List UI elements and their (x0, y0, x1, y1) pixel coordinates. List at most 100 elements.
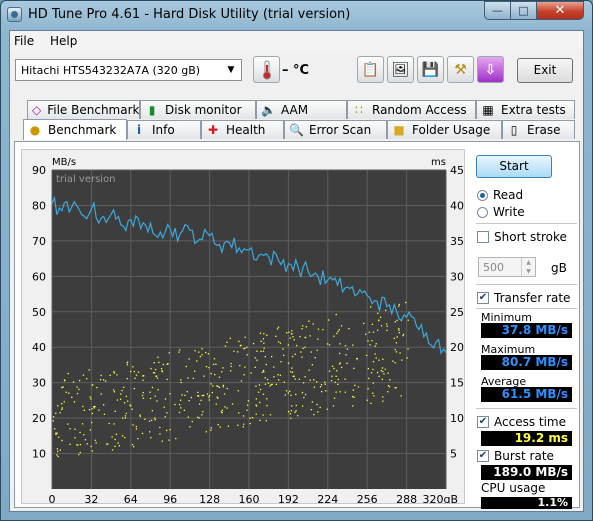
tab-disk-monitor[interactable]: ▮ Disk monitor (140, 100, 256, 119)
access-time-point (83, 434, 85, 436)
access-time-point (262, 414, 264, 416)
minimize-button[interactable]: — (484, 1, 511, 20)
access-time-point (326, 343, 329, 345)
access-time-point (279, 342, 282, 344)
access-time-point (368, 331, 370, 333)
close-button[interactable]: ✕ (536, 1, 584, 20)
access-time-point (210, 427, 212, 429)
access-time-point (332, 405, 335, 407)
access-time-point (266, 405, 268, 407)
grid-icon: ▦ (482, 103, 494, 117)
access-time-point (237, 424, 239, 426)
access-time-point (249, 417, 251, 419)
tab-benchmark[interactable]: ● Benchmark (23, 119, 127, 140)
access-time-point (201, 414, 203, 416)
drive-select[interactable]: Hitachi HTS543232A7A (320 gB) ▼ (15, 59, 242, 81)
read-radio[interactable]: Read (477, 188, 523, 202)
access-time-point (370, 306, 372, 308)
y-right-tick-label: 10 (450, 412, 464, 425)
access-time-point (169, 429, 171, 431)
access-time-point (113, 372, 115, 374)
burst-rate-checkbox[interactable]: ✔ Burst rate (477, 449, 554, 463)
access-time-point (205, 366, 208, 368)
menu-file[interactable]: File (14, 34, 34, 48)
y-right-tick-label: 45 (450, 164, 464, 177)
access-time-point (105, 380, 107, 382)
x-tick-label: 288 (396, 493, 417, 503)
access-time-point (208, 399, 210, 401)
access-time-point (187, 416, 189, 418)
access-time-point (103, 413, 106, 415)
access-time-point (394, 349, 396, 351)
temperature-button[interactable] (253, 56, 280, 83)
title-bar[interactable]: HD Tune Pro 4.61 - Hard Disk Utility (tr… (1, 1, 592, 29)
download-button[interactable]: ⇩ (477, 56, 504, 83)
access-time-point (52, 420, 54, 422)
access-time-point (58, 436, 60, 438)
thermometer-icon (262, 60, 271, 79)
access-time-point (79, 379, 81, 382)
tab-aam[interactable]: 🔈 AAM (256, 100, 347, 119)
options-button[interactable]: ⚒ (447, 56, 474, 83)
save-button[interactable]: 💾 (417, 56, 444, 83)
exit-button[interactable]: Exit (517, 58, 573, 83)
stepper-arrows-icon[interactable]: ▲ ▼ (521, 258, 535, 276)
access-time-point (237, 351, 239, 353)
access-time-point (169, 393, 171, 395)
access-time-point (114, 438, 116, 441)
access-time-point (100, 374, 102, 377)
access-time-point (291, 405, 293, 407)
start-button[interactable]: Start (476, 155, 552, 178)
access-time-point (183, 409, 185, 411)
access-time-point (91, 450, 93, 452)
tab-folder-usage[interactable]: ■ Folder Usage (387, 120, 502, 139)
transfer-rate-checkbox[interactable]: ✔ Transfer rate (477, 291, 570, 305)
access-time-point (402, 335, 404, 337)
access-time-point (190, 396, 192, 399)
access-time-point (273, 376, 275, 378)
access-time-point (61, 408, 63, 411)
access-time-point (300, 351, 302, 353)
access-time-point (142, 379, 144, 381)
access-time-point (382, 396, 384, 398)
access-time-point (263, 347, 265, 349)
access-time-point (310, 351, 312, 353)
copy-text-button[interactable]: 📋 (357, 56, 384, 83)
access-time-point (230, 365, 232, 368)
access-time-point (229, 337, 231, 339)
menu-help[interactable]: Help (50, 34, 77, 48)
access-time-point (197, 391, 199, 394)
access-time-point (157, 389, 159, 391)
write-radio[interactable]: Write (477, 205, 525, 219)
access-time-point (133, 388, 135, 390)
access-time-point (324, 383, 326, 385)
tab-info[interactable]: i Info (127, 120, 201, 139)
y-left-tick-label: 40 (32, 341, 46, 354)
short-stroke-checkbox[interactable]: Short stroke (477, 230, 567, 244)
tab-file-benchmark[interactable]: ◇ File Benchmark (27, 100, 140, 119)
tab-health[interactable]: ✚ Health (201, 120, 284, 139)
y-right-tick-label: 25 (450, 306, 464, 319)
tab-extra-tests[interactable]: ▦ Extra tests (476, 100, 575, 119)
benchmark-chart-svg: trial version MB/s ms 10 5 20 10 30 15 40 20 50 2… (32, 157, 464, 506)
access-time-point (113, 371, 115, 373)
average-value: 61.5 MB/s (481, 387, 572, 402)
access-time-point (289, 337, 291, 339)
access-time-point (396, 319, 398, 322)
tab-random-access[interactable]: ∷ Random Access (347, 100, 476, 119)
access-time-point (217, 424, 219, 426)
tab-error-scan[interactable]: 🔍 Error Scan (284, 120, 387, 139)
access-time-point (401, 359, 403, 361)
access-time-point (370, 402, 372, 404)
tab-erase[interactable]: ▯ Erase (502, 120, 575, 139)
short-stroke-size-input[interactable]: 500 ▲ ▼ (478, 257, 536, 277)
access-time-point (291, 367, 293, 369)
access-time-point (296, 344, 298, 347)
access-time-point (244, 347, 246, 349)
copy-screenshot-button[interactable]: 🖼 (387, 56, 414, 83)
access-time-point (258, 384, 261, 386)
transfer-rate-checkbox-box: ✔ (477, 292, 489, 304)
maximize-button[interactable]: □ (510, 1, 537, 20)
access-time-checkbox[interactable]: ✔ Access time (477, 415, 566, 429)
access-time-point (264, 356, 266, 358)
